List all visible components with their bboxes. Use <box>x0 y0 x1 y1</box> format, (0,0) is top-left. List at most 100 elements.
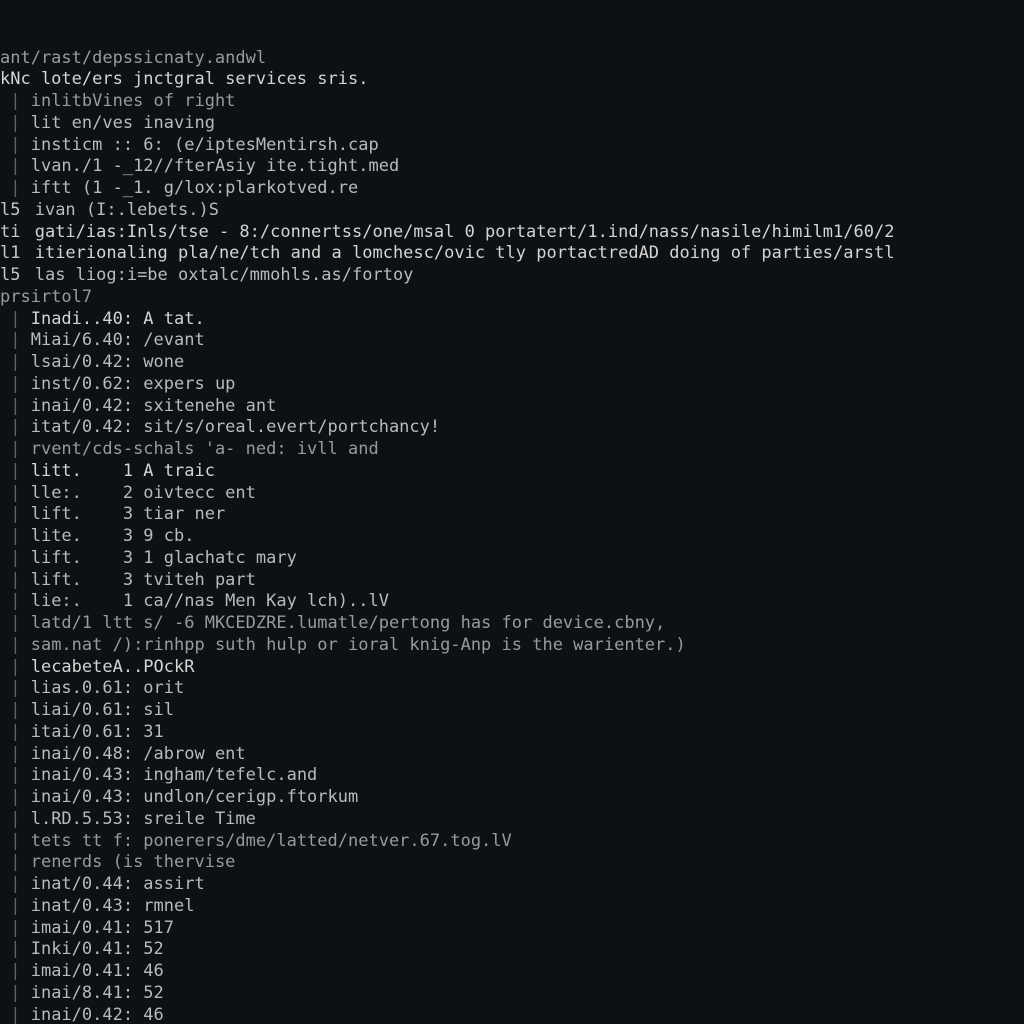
line-text: lie:. 1 ca//nas Men Kay lch)..lV <box>31 591 389 611</box>
line-text: rvent/cds-schals 'a- ned: ivll and <box>31 439 379 459</box>
tree-pipe-icon: | <box>0 700 31 720</box>
line-text: inst/0.62: expers up <box>31 374 236 394</box>
output-line: | lsai/0.42: wone <box>0 352 1024 374</box>
tree-pipe-icon: | <box>0 896 31 916</box>
output-line: | inai/8.41: 52 <box>0 983 1024 1005</box>
output-lines: ant/rast/depssicnaty.andwlkNc lote/ers j… <box>0 48 1024 1024</box>
line-text: ivan (I:.lebets.)S <box>35 200 219 220</box>
tree-pipe-icon: | <box>0 635 31 655</box>
tree-pipe-icon: | <box>0 526 31 546</box>
line-text: lite. 3 9 cb. <box>31 526 195 546</box>
output-line: | lvan./1 -_12//fterAsiy ite.tight.med <box>0 156 1024 178</box>
tree-pipe-icon: | <box>0 483 31 503</box>
output-line: | latd/1 ltt s/ -6 MKCEDZRE.lumatle/pert… <box>0 613 1024 635</box>
output-line: | Miai/6.40: /evant <box>0 330 1024 352</box>
output-line: l5 ivan (I:.lebets.)S <box>0 200 1024 222</box>
output-line: | liai/0.61: sil <box>0 700 1024 722</box>
tree-pipe-icon: | <box>0 765 31 785</box>
tree-pipe-icon: | <box>0 570 31 590</box>
tree-pipe-icon: | <box>0 548 31 568</box>
line-text: itat/0.42: sit/s/oreal.evert/portchancy! <box>31 417 440 437</box>
line-text: prsirtol7 <box>0 287 92 307</box>
tree-pipe-icon: | <box>0 787 31 807</box>
output-line: | inai/0.43: ingham/tefelc.and <box>0 765 1024 787</box>
line-text: Inadi..40: A tat. <box>31 309 205 329</box>
tree-pipe-icon: | <box>0 396 31 416</box>
tree-pipe-icon: | <box>0 852 31 872</box>
tree-pipe-icon: | <box>0 1005 31 1024</box>
line-text: inai/8.41: 52 <box>31 983 164 1003</box>
line-text: Inki/0.41: 52 <box>31 939 164 959</box>
output-line: | l.RD.5.53: sreile Time <box>0 809 1024 831</box>
output-line: | rvent/cds-schals 'a- ned: ivll and <box>0 439 1024 461</box>
line-text: latd/1 ltt s/ -6 MKCEDZRE.lumatle/perton… <box>31 613 666 633</box>
output-line: | inat/0.43: rmnel <box>0 896 1024 918</box>
line-text: inat/0.44: assirt <box>31 874 205 894</box>
output-line: | inat/0.44: assirt <box>0 874 1024 896</box>
line-text: lift. 3 tiar ner <box>31 504 225 524</box>
output-line: | imai/0.41: 517 <box>0 918 1024 940</box>
output-line: | lift. 3 tiar ner <box>0 504 1024 526</box>
line-text: lle:. 2 oivtecc ent <box>31 483 256 503</box>
line-text: tets tt f: ponerers/dme/latted/netver.67… <box>31 831 512 851</box>
line-text: imai/0.41: 517 <box>31 918 174 938</box>
tree-pipe-icon: | <box>0 91 31 111</box>
tree-pipe-icon: | <box>0 417 31 437</box>
tree-pipe-icon: | <box>0 591 31 611</box>
line-text: lit en/ves inaving <box>31 113 215 133</box>
line-text: sam.nat /):rinhpp suth hulp or ioral kni… <box>31 635 686 655</box>
tree-pipe-icon: | <box>0 156 31 176</box>
line-text: lsai/0.42: wone <box>31 352 185 372</box>
tree-pipe-icon: | <box>0 874 31 894</box>
tree-pipe-icon: | <box>0 135 31 155</box>
output-line: | inai/0.48: /abrow ent <box>0 744 1024 766</box>
line-text: inai/0.43: undlon/cerigp.ftorkum <box>31 787 359 807</box>
terminal-output[interactable]: ant/rast/depssicnaty.andwlkNc lote/ers j… <box>0 0 1024 1024</box>
line-text: liai/0.61: sil <box>31 700 174 720</box>
tree-pipe-icon: | <box>0 178 31 198</box>
output-line: | inai/0.42: 46 <box>0 1005 1024 1024</box>
output-line: | Inki/0.41: 52 <box>0 939 1024 961</box>
line-text: lift. 3 1 glachatc mary <box>31 548 297 568</box>
tree-pipe-icon: | <box>0 744 31 764</box>
output-line: l5 las liog:i=be oxtalc/mmohls.as/fortoy <box>0 265 1024 287</box>
tree-pipe-icon: | <box>0 461 31 481</box>
output-line: | renerds (is thervise <box>0 852 1024 874</box>
line-text: lecabeteA..POckR <box>31 657 195 677</box>
tree-pipe-icon: | <box>0 678 31 698</box>
output-line: | lit en/ves inaving <box>0 113 1024 135</box>
tree-pipe-icon: | <box>0 918 31 938</box>
output-line: | inai/0.42: sxitenehe ant <box>0 396 1024 418</box>
line-text: ant/rast/depssicnaty.andwl <box>0 48 266 68</box>
output-line: | Inadi..40: A tat. <box>0 309 1024 331</box>
line-text: imai/0.41: 46 <box>31 961 164 981</box>
line-text: lvan./1 -_12//fterAsiy ite.tight.med <box>31 156 399 176</box>
tree-pipe-icon: | <box>0 722 31 742</box>
output-line: | insticm :: 6: (e/iptesMentirsh.cap <box>0 135 1024 157</box>
line-number: l1 <box>0 243 31 263</box>
tree-pipe-icon: | <box>0 809 31 829</box>
output-line: | lift. 3 1 glachatc mary <box>0 548 1024 570</box>
output-line: | lie:. 1 ca//nas Men Kay lch)..lV <box>0 591 1024 613</box>
tree-pipe-icon: | <box>0 939 31 959</box>
tree-pipe-icon: | <box>0 983 31 1003</box>
output-line: | inlitbVines of right <box>0 91 1024 113</box>
tree-pipe-icon: | <box>0 961 31 981</box>
line-text: inai/0.48: /abrow ent <box>31 744 246 764</box>
line-text: las liog:i=be oxtalc/mmohls.as/fortoy <box>35 265 414 285</box>
line-number: ti <box>0 222 31 242</box>
line-text: lias.0.61: orit <box>31 678 185 698</box>
tree-pipe-icon: | <box>0 113 31 133</box>
line-text: renerds (is thervise <box>31 852 236 872</box>
output-line: | lle:. 2 oivtecc ent <box>0 483 1024 505</box>
line-text: itierionaling pla/ne/tch and a lomchesc/… <box>35 243 895 263</box>
output-line: | inst/0.62: expers up <box>0 374 1024 396</box>
line-text: inai/0.42: sxitenehe ant <box>31 396 277 416</box>
tree-pipe-icon: | <box>0 657 31 677</box>
output-line: prsirtol7 <box>0 287 1024 309</box>
output-line: ant/rast/depssicnaty.andwl <box>0 48 1024 70</box>
line-text: Miai/6.40: /evant <box>31 330 205 350</box>
output-line: | itai/0.61: 31 <box>0 722 1024 744</box>
line-number: l5 <box>0 200 31 220</box>
tree-pipe-icon: | <box>0 831 31 851</box>
